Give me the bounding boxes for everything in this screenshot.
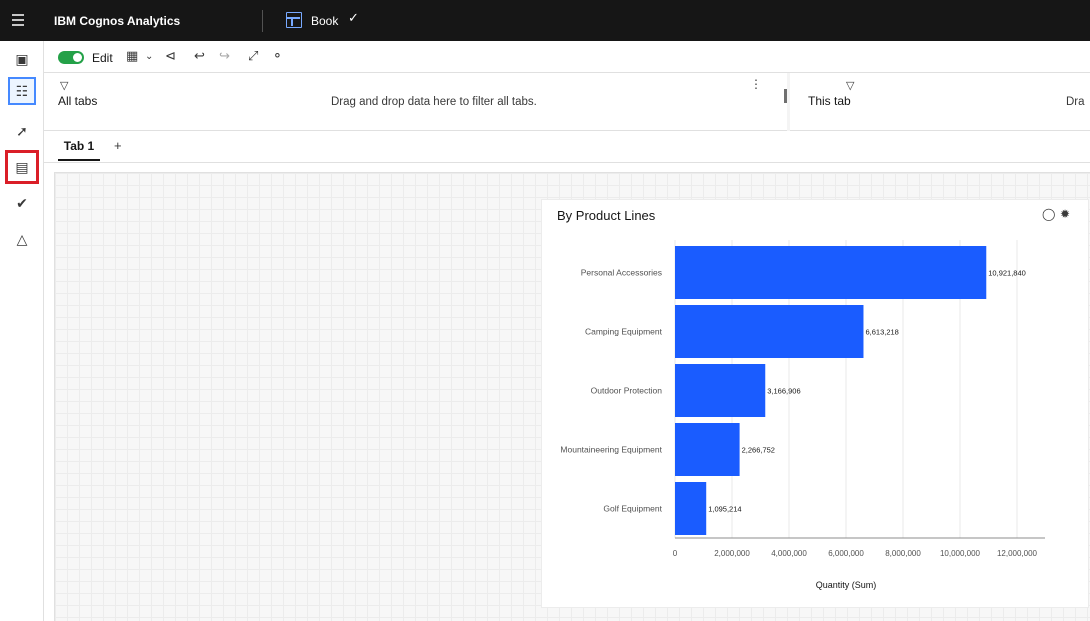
this-tab-filter-panel[interactable]: ▽ This tab Dra	[794, 73, 1090, 131]
bar	[675, 482, 707, 535]
data-tree-icon[interactable]: ☷	[8, 77, 36, 105]
visualizations-icon[interactable]: ▤	[5, 150, 39, 184]
x-tick-label: 12,000,000	[997, 549, 1038, 558]
data-label: 10,921,840	[988, 269, 1026, 278]
filter-icon: ▽	[846, 80, 855, 92]
category-label: Outdoor Protection	[591, 386, 663, 396]
edit-toggle[interactable]	[58, 51, 84, 64]
chart-widget[interactable]: By Product Lines ◯ ✹ 0 2,000,000 4,000,000…	[542, 200, 1088, 607]
app-title: IBM Cognos Analytics	[54, 14, 181, 28]
top-bar: IBM Cognos Analytics Book ✓	[0, 0, 1090, 41]
chevron-down-icon[interactable]: ⌄	[145, 51, 153, 62]
x-tick-label: 10,000,000	[940, 549, 981, 558]
chevron-down-icon[interactable]: ✓	[348, 10, 359, 26]
fullscreen-icon[interactable]: ⤢	[248, 48, 258, 64]
category-label: Personal Accessories	[581, 268, 662, 278]
x-tick-label: 4,000,000	[771, 549, 807, 558]
filter-icon: ▽	[60, 80, 69, 92]
shapes-icon[interactable]: △	[8, 225, 36, 253]
share-icon[interactable]: ⊲	[165, 48, 176, 64]
data-label: 2,266,752	[742, 446, 775, 455]
book-icon	[286, 12, 302, 28]
pin-icon[interactable]: ➚	[8, 117, 36, 145]
x-tick-label: 6,000,000	[828, 549, 864, 558]
x-tick-label: 2,000,000	[714, 549, 750, 558]
bar	[675, 423, 740, 476]
category-label: Golf Equipment	[603, 504, 662, 514]
this-tab-drop-hint: Dra	[1066, 96, 1085, 108]
edit-label: Edit	[92, 51, 113, 65]
bar-chart: 0 2,000,000 4,000,000 6,000,000 8,000,000 10,…	[560, 240, 1045, 590]
x-axis-title: Quantity (Sum)	[816, 580, 877, 590]
filter-bar: ▽ All tabs Drag and drop data here to fi…	[44, 73, 1090, 131]
data-label: 1,095,214	[708, 505, 741, 514]
book-label[interactable]: Book	[311, 14, 338, 28]
tab-strip: Tab 1 +	[44, 131, 1090, 163]
data-label: 3,166,906	[767, 387, 800, 396]
redo-icon[interactable]: ↪	[219, 48, 230, 64]
category-label: Mountaineering Equipment	[560, 445, 662, 455]
undo-icon[interactable]: ↩	[194, 48, 205, 64]
all-tabs-drop-hint: Drag and drop data here to filter all ta…	[331, 96, 537, 108]
add-tab-button[interactable]: +	[114, 138, 122, 153]
comment-icon[interactable]: ▣	[8, 45, 36, 73]
x-tick-label: 0	[673, 549, 678, 558]
left-rail: ▣ ☷ ➚ ▤ ✔ △	[0, 41, 44, 621]
bar	[675, 305, 864, 358]
hamburger-menu-icon[interactable]	[12, 12, 28, 28]
widgets-icon[interactable]: ✔	[8, 189, 36, 217]
connect-icon[interactable]: ⚬	[272, 48, 283, 64]
save-icon[interactable]: ▦	[126, 48, 138, 64]
filter-gap	[787, 73, 790, 131]
bar	[675, 246, 987, 299]
category-label: Camping Equipment	[585, 327, 663, 337]
all-tabs-label: All tabs	[58, 94, 98, 108]
x-tick-label: 8,000,000	[885, 549, 921, 558]
data-label: 6,613,218	[865, 328, 898, 337]
toolbar: Edit ▦ ⌄ ⊲ ↩ ↪ ⤢ ⚬	[44, 41, 1090, 73]
tab-1[interactable]: Tab 1	[58, 139, 100, 161]
overflow-menu-icon[interactable]: ⋮	[750, 77, 762, 91]
this-tab-label: This tab	[808, 94, 851, 108]
bar	[675, 364, 766, 417]
topbar-divider	[262, 10, 263, 32]
all-tabs-filter-panel[interactable]: ▽ All tabs Drag and drop data here to fi…	[44, 73, 784, 131]
